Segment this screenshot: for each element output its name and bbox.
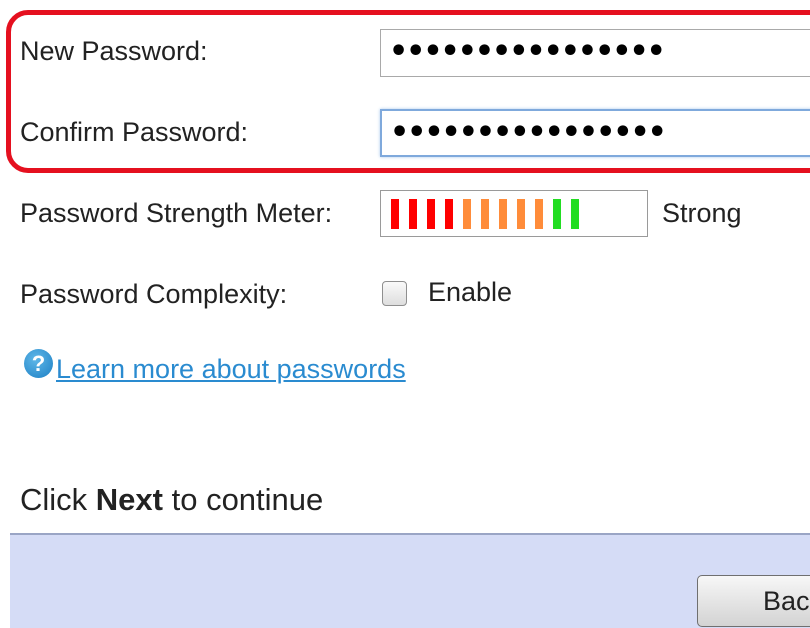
strength-meter-segment xyxy=(553,198,561,229)
strength-meter-segment xyxy=(391,198,399,229)
instruction-suffix: to continue xyxy=(162,482,324,517)
strength-meter-segment xyxy=(517,198,525,229)
complexity-label: Password Complexity: xyxy=(20,279,288,309)
strength-meter-segment xyxy=(499,198,507,229)
confirm-password-label: Confirm Password: xyxy=(20,117,249,147)
complexity-enable-label[interactable]: Enable xyxy=(428,276,512,308)
strength-meter-segment xyxy=(427,198,435,229)
confirm-password-input[interactable]: •••••••••••••••• xyxy=(380,109,810,157)
back-button[interactable]: Back xyxy=(697,575,810,627)
strength-meter-segment xyxy=(445,198,453,229)
strength-status-text: Strong xyxy=(662,198,742,228)
instruction-emphasis: Next xyxy=(95,482,163,517)
new-password-label: New Password: xyxy=(20,36,208,66)
strength-meter-segment xyxy=(481,198,489,229)
password-strength-meter xyxy=(380,190,648,237)
strength-meter-label: Password Strength Meter: xyxy=(20,198,333,228)
strength-meter-segment xyxy=(571,198,579,229)
complexity-enable-checkbox[interactable] xyxy=(382,281,407,306)
instruction-prefix: Click xyxy=(20,482,96,517)
instruction-text: Click Next to continue xyxy=(20,482,323,518)
strength-meter-segment xyxy=(535,198,543,229)
learn-more-passwords-link[interactable]: Learn more about passwords xyxy=(56,353,406,385)
password-setup-page: New Password: •••••••••••••••• Confirm P… xyxy=(0,0,810,628)
wizard-footer-bar xyxy=(10,533,810,628)
help-icon[interactable]: ? xyxy=(24,349,53,378)
new-password-input[interactable]: •••••••••••••••• xyxy=(380,29,810,77)
strength-meter-segment xyxy=(409,198,417,229)
strength-meter-segment xyxy=(463,198,471,229)
